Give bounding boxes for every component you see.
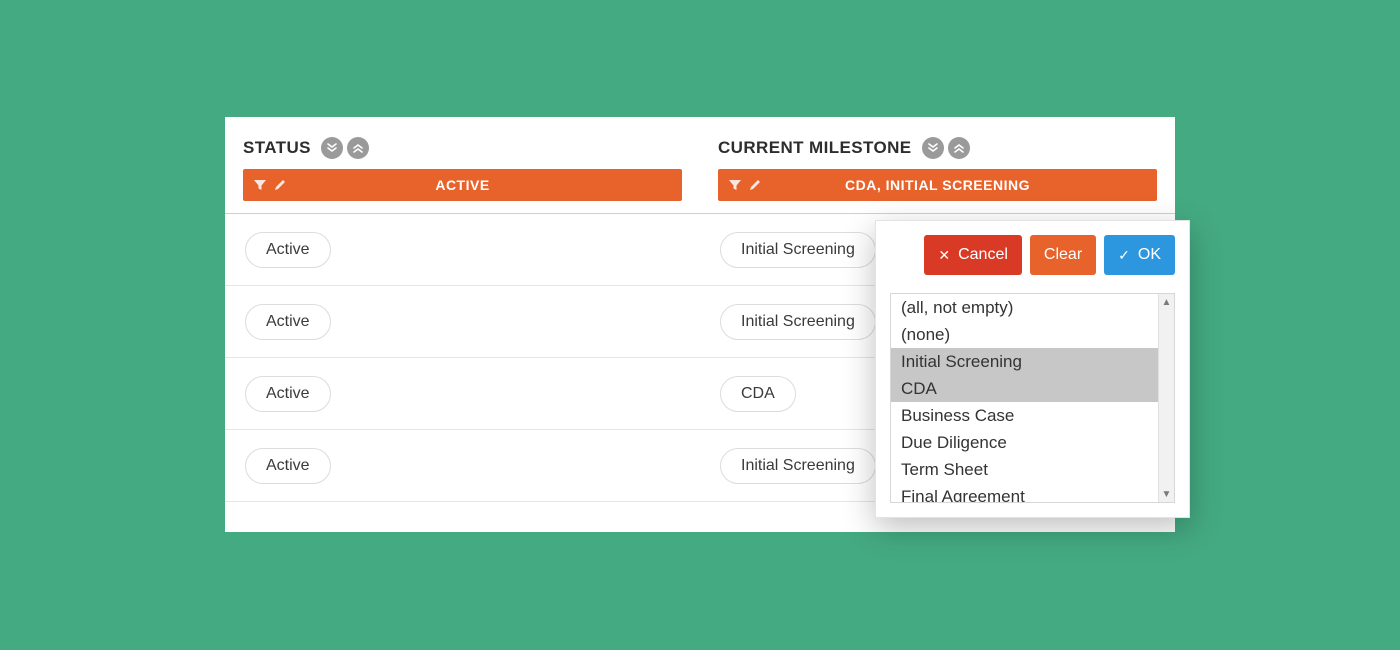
milestone-pill[interactable]: Initial Screening (720, 232, 876, 268)
filter-option[interactable]: Term Sheet (891, 456, 1158, 483)
funnel-icon (253, 178, 267, 192)
funnel-icon (728, 178, 742, 192)
scroll-down-button[interactable]: ▼ (1159, 486, 1174, 502)
pencil-icon (748, 178, 762, 192)
clear-button[interactable]: Clear (1030, 235, 1096, 275)
ok-button-label: OK (1138, 246, 1161, 264)
cancel-button-label: Cancel (958, 246, 1008, 264)
milestone-pill[interactable]: CDA (720, 376, 796, 412)
status-sort-asc-button[interactable] (347, 137, 369, 159)
scroll-up-button[interactable]: ▲ (1159, 294, 1174, 310)
clear-button-label: Clear (1044, 246, 1082, 264)
milestone-sort-asc-button[interactable] (948, 137, 970, 159)
milestone-sort-desc-button[interactable] (922, 137, 944, 159)
ok-button[interactable]: ✓ OK (1104, 235, 1175, 275)
filter-option[interactable]: (none) (891, 321, 1158, 348)
pencil-icon (273, 178, 287, 192)
double-chevron-up-icon (352, 142, 364, 154)
table-row: Active (225, 358, 700, 430)
filter-option[interactable]: CDA (891, 375, 1158, 402)
status-column: STATUS ACTIVE Active Active Active Activ… (225, 117, 700, 532)
table-row: Active (225, 430, 700, 502)
milestone-filter-bar[interactable]: CDA, INITIAL SCREENING (718, 169, 1157, 201)
status-pill[interactable]: Active (245, 232, 331, 268)
status-filter-bar[interactable]: ACTIVE (243, 169, 682, 201)
milestone-filter-text: CDA, INITIAL SCREENING (718, 177, 1157, 193)
status-sort-desc-button[interactable] (321, 137, 343, 159)
status-pill[interactable]: Active (245, 304, 331, 340)
filter-option[interactable]: (all, not empty) (891, 294, 1158, 321)
filter-option[interactable]: Due Diligence (891, 429, 1158, 456)
check-icon: ✓ (1118, 248, 1130, 262)
status-pill[interactable]: Active (245, 376, 331, 412)
scrollbar[interactable]: ▲ ▼ (1158, 294, 1174, 502)
milestone-filter-popup: ✕ Cancel Clear ✓ OK (all, not empty)(non… (875, 220, 1190, 518)
double-chevron-up-icon (953, 142, 965, 154)
status-filter-text: ACTIVE (243, 177, 682, 193)
double-chevron-down-icon (927, 142, 939, 154)
filter-option[interactable]: Business Case (891, 402, 1158, 429)
filter-options-listbox[interactable]: (all, not empty)(none)Initial ScreeningC… (890, 293, 1175, 503)
table-row: Active (225, 286, 700, 358)
filter-option[interactable]: Final Agreement (891, 483, 1158, 502)
table-row: Active (225, 214, 700, 286)
milestone-header: CURRENT MILESTONE (718, 138, 912, 158)
milestone-pill[interactable]: Initial Screening (720, 304, 876, 340)
double-chevron-down-icon (326, 142, 338, 154)
data-panel: STATUS ACTIVE Active Active Active Activ… (225, 117, 1175, 532)
status-header: STATUS (243, 138, 311, 158)
close-icon: ✕ (938, 248, 950, 262)
status-pill[interactable]: Active (245, 448, 331, 484)
filter-option[interactable]: Initial Screening (891, 348, 1158, 375)
cancel-button[interactable]: ✕ Cancel (924, 235, 1022, 275)
milestone-pill[interactable]: Initial Screening (720, 448, 876, 484)
